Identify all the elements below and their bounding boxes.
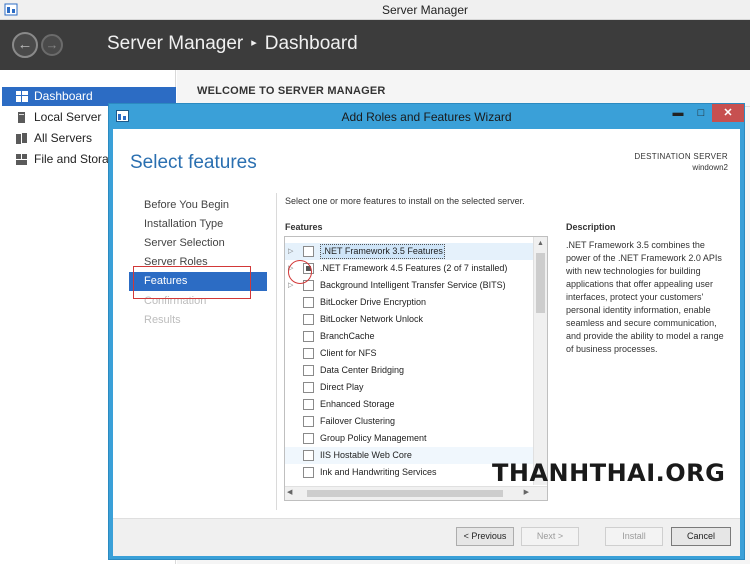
checkbox[interactable] — [303, 416, 314, 427]
wizard-title: Add Roles and Features Wizard — [341, 110, 512, 124]
page-title: Select features — [130, 152, 257, 173]
step-installation-type[interactable]: Installation Type — [144, 218, 223, 230]
scroll-right-icon[interactable]: ▶ — [524, 488, 529, 496]
description-text: .NET Framework 3.5 combines the power of… — [566, 240, 724, 354]
checkbox[interactable] — [303, 314, 314, 325]
feature-direct-play[interactable]: Direct Play — [285, 379, 533, 396]
scrollbar-thumb[interactable] — [307, 490, 503, 497]
step-server-selection[interactable]: Server Selection — [144, 237, 225, 249]
next-button[interactable]: Next > — [521, 527, 579, 546]
feature-branchcache[interactable]: BranchCache — [285, 328, 533, 345]
checkbox[interactable] — [303, 331, 314, 342]
divider — [276, 193, 277, 510]
step-before-you-begin[interactable]: Before You Begin — [144, 199, 229, 211]
dashboard-grid-icon — [16, 91, 28, 102]
minimize-icon[interactable]: ▬ — [667, 104, 689, 122]
feature-bits[interactable]: ▷ Background Intelligent Transfer Servic… — [285, 277, 533, 294]
breadcrumb: Server Manager ▸ Dashboard — [107, 33, 358, 55]
checkbox[interactable] — [303, 348, 314, 359]
features-highlight-box — [133, 266, 251, 299]
expand-arrow-icon[interactable]: ▷ — [288, 243, 293, 260]
maximize-icon[interactable]: □ — [690, 104, 712, 122]
feature-label: IIS Hostable Web Core — [320, 450, 412, 460]
feature-label: Enhanced Storage — [320, 399, 395, 409]
destination-server-label: DESTINATION SERVER — [634, 152, 728, 161]
feature-net-35[interactable]: ▷ .NET Framework 3.5 Features — [285, 243, 533, 260]
feature-bitlocker-network[interactable]: BitLocker Network Unlock — [285, 311, 533, 328]
wizard-titlebar[interactable]: Add Roles and Features Wizard ▬ □ ✕ — [109, 104, 744, 128]
horizontal-scrollbar[interactable]: ◀ ▶ — [285, 486, 547, 500]
scrollbar-thumb[interactable] — [536, 253, 545, 313]
feature-label: BitLocker Drive Encryption — [320, 297, 427, 307]
breadcrumb-separator-icon: ▸ — [251, 37, 257, 49]
features-label: Features — [285, 222, 323, 232]
feature-dcb[interactable]: Data Center Bridging — [285, 362, 533, 379]
welcome-heading: WELCOME TO SERVER MANAGER — [197, 85, 386, 97]
install-button[interactable]: Install — [605, 527, 663, 546]
server-icon — [18, 112, 25, 123]
server-manager-header: ← → Server Manager ▸ Dashboard — [0, 20, 750, 70]
feature-label: BranchCache — [320, 331, 375, 341]
step-results: Results — [144, 314, 181, 326]
add-roles-features-wizard: Add Roles and Features Wizard ▬ □ ✕ Sele… — [108, 103, 745, 560]
watermark: THANHTHAI.ORG — [492, 459, 726, 487]
checkbox[interactable] — [303, 382, 314, 393]
breadcrumb-app[interactable]: Server Manager — [107, 33, 243, 54]
back-arrow-icon[interactable]: ← — [12, 32, 38, 58]
feature-client-nfs[interactable]: Client for NFS — [285, 345, 533, 362]
feature-label: Background Intelligent Transfer Service … — [320, 280, 506, 290]
description-label: Description — [566, 222, 616, 232]
checkbox[interactable] — [303, 297, 314, 308]
os-window-title: Server Manager — [381, 3, 469, 17]
close-icon[interactable]: ✕ — [712, 104, 744, 122]
feature-label: Direct Play — [320, 382, 364, 392]
feature-enhanced-storage[interactable]: Enhanced Storage — [285, 396, 533, 413]
checkbox-highlight-circle — [288, 260, 312, 284]
checkbox[interactable] — [303, 399, 314, 410]
scroll-up-icon[interactable]: ▲ — [534, 237, 547, 250]
cancel-button[interactable]: Cancel — [671, 527, 731, 546]
feature-label: Group Policy Management — [320, 433, 427, 443]
checkbox[interactable] — [303, 246, 314, 257]
feature-gpmc[interactable]: Group Policy Management — [285, 430, 533, 447]
feature-label: BitLocker Network Unlock — [320, 314, 424, 324]
sidebar-item-label: Dashboard — [34, 89, 93, 103]
wizard-footer: < Previous Next > Install Cancel — [113, 518, 740, 556]
vertical-scrollbar[interactable]: ▲ — [533, 237, 547, 485]
feature-label: Failover Clustering — [320, 416, 396, 426]
os-titlebar: Server Manager — [0, 0, 750, 20]
feature-label: .NET Framework 3.5 Features — [320, 244, 445, 259]
checkbox[interactable] — [303, 467, 314, 478]
servers-icon — [16, 133, 27, 144]
feature-bitlocker-drive[interactable]: BitLocker Drive Encryption — [285, 294, 533, 311]
breadcrumb-page: Dashboard — [264, 33, 358, 54]
destination-server-name: windown2 — [692, 163, 728, 172]
forward-arrow-icon[interactable]: → — [41, 34, 63, 56]
checkbox[interactable] — [303, 365, 314, 376]
scroll-left-icon[interactable]: ◀ — [287, 488, 292, 496]
sidebar-item-label: All Servers — [34, 131, 93, 145]
instruction-text: Select one or more features to install o… — [285, 196, 525, 206]
feature-label: Data Center Bridging — [320, 365, 405, 375]
feature-label: Ink and Handwriting Services — [320, 467, 437, 477]
previous-button[interactable]: < Previous — [456, 527, 514, 546]
feature-label: Client for NFS — [320, 348, 377, 358]
checkbox[interactable] — [303, 450, 314, 461]
feature-failover-clustering[interactable]: Failover Clustering — [285, 413, 533, 430]
checkbox[interactable] — [303, 433, 314, 444]
destination-server: DESTINATION SERVER windown2 — [634, 151, 728, 173]
feature-label: .NET Framework 4.5 Features (2 of 7 inst… — [320, 263, 508, 273]
sidebar-item-label: File and Storag — [34, 152, 116, 166]
feature-net-45[interactable]: ▷ .NET Framework 4.5 Features (2 of 7 in… — [285, 260, 533, 277]
sidebar-item-label: Local Server — [34, 110, 102, 124]
file-storage-icon — [16, 154, 27, 165]
